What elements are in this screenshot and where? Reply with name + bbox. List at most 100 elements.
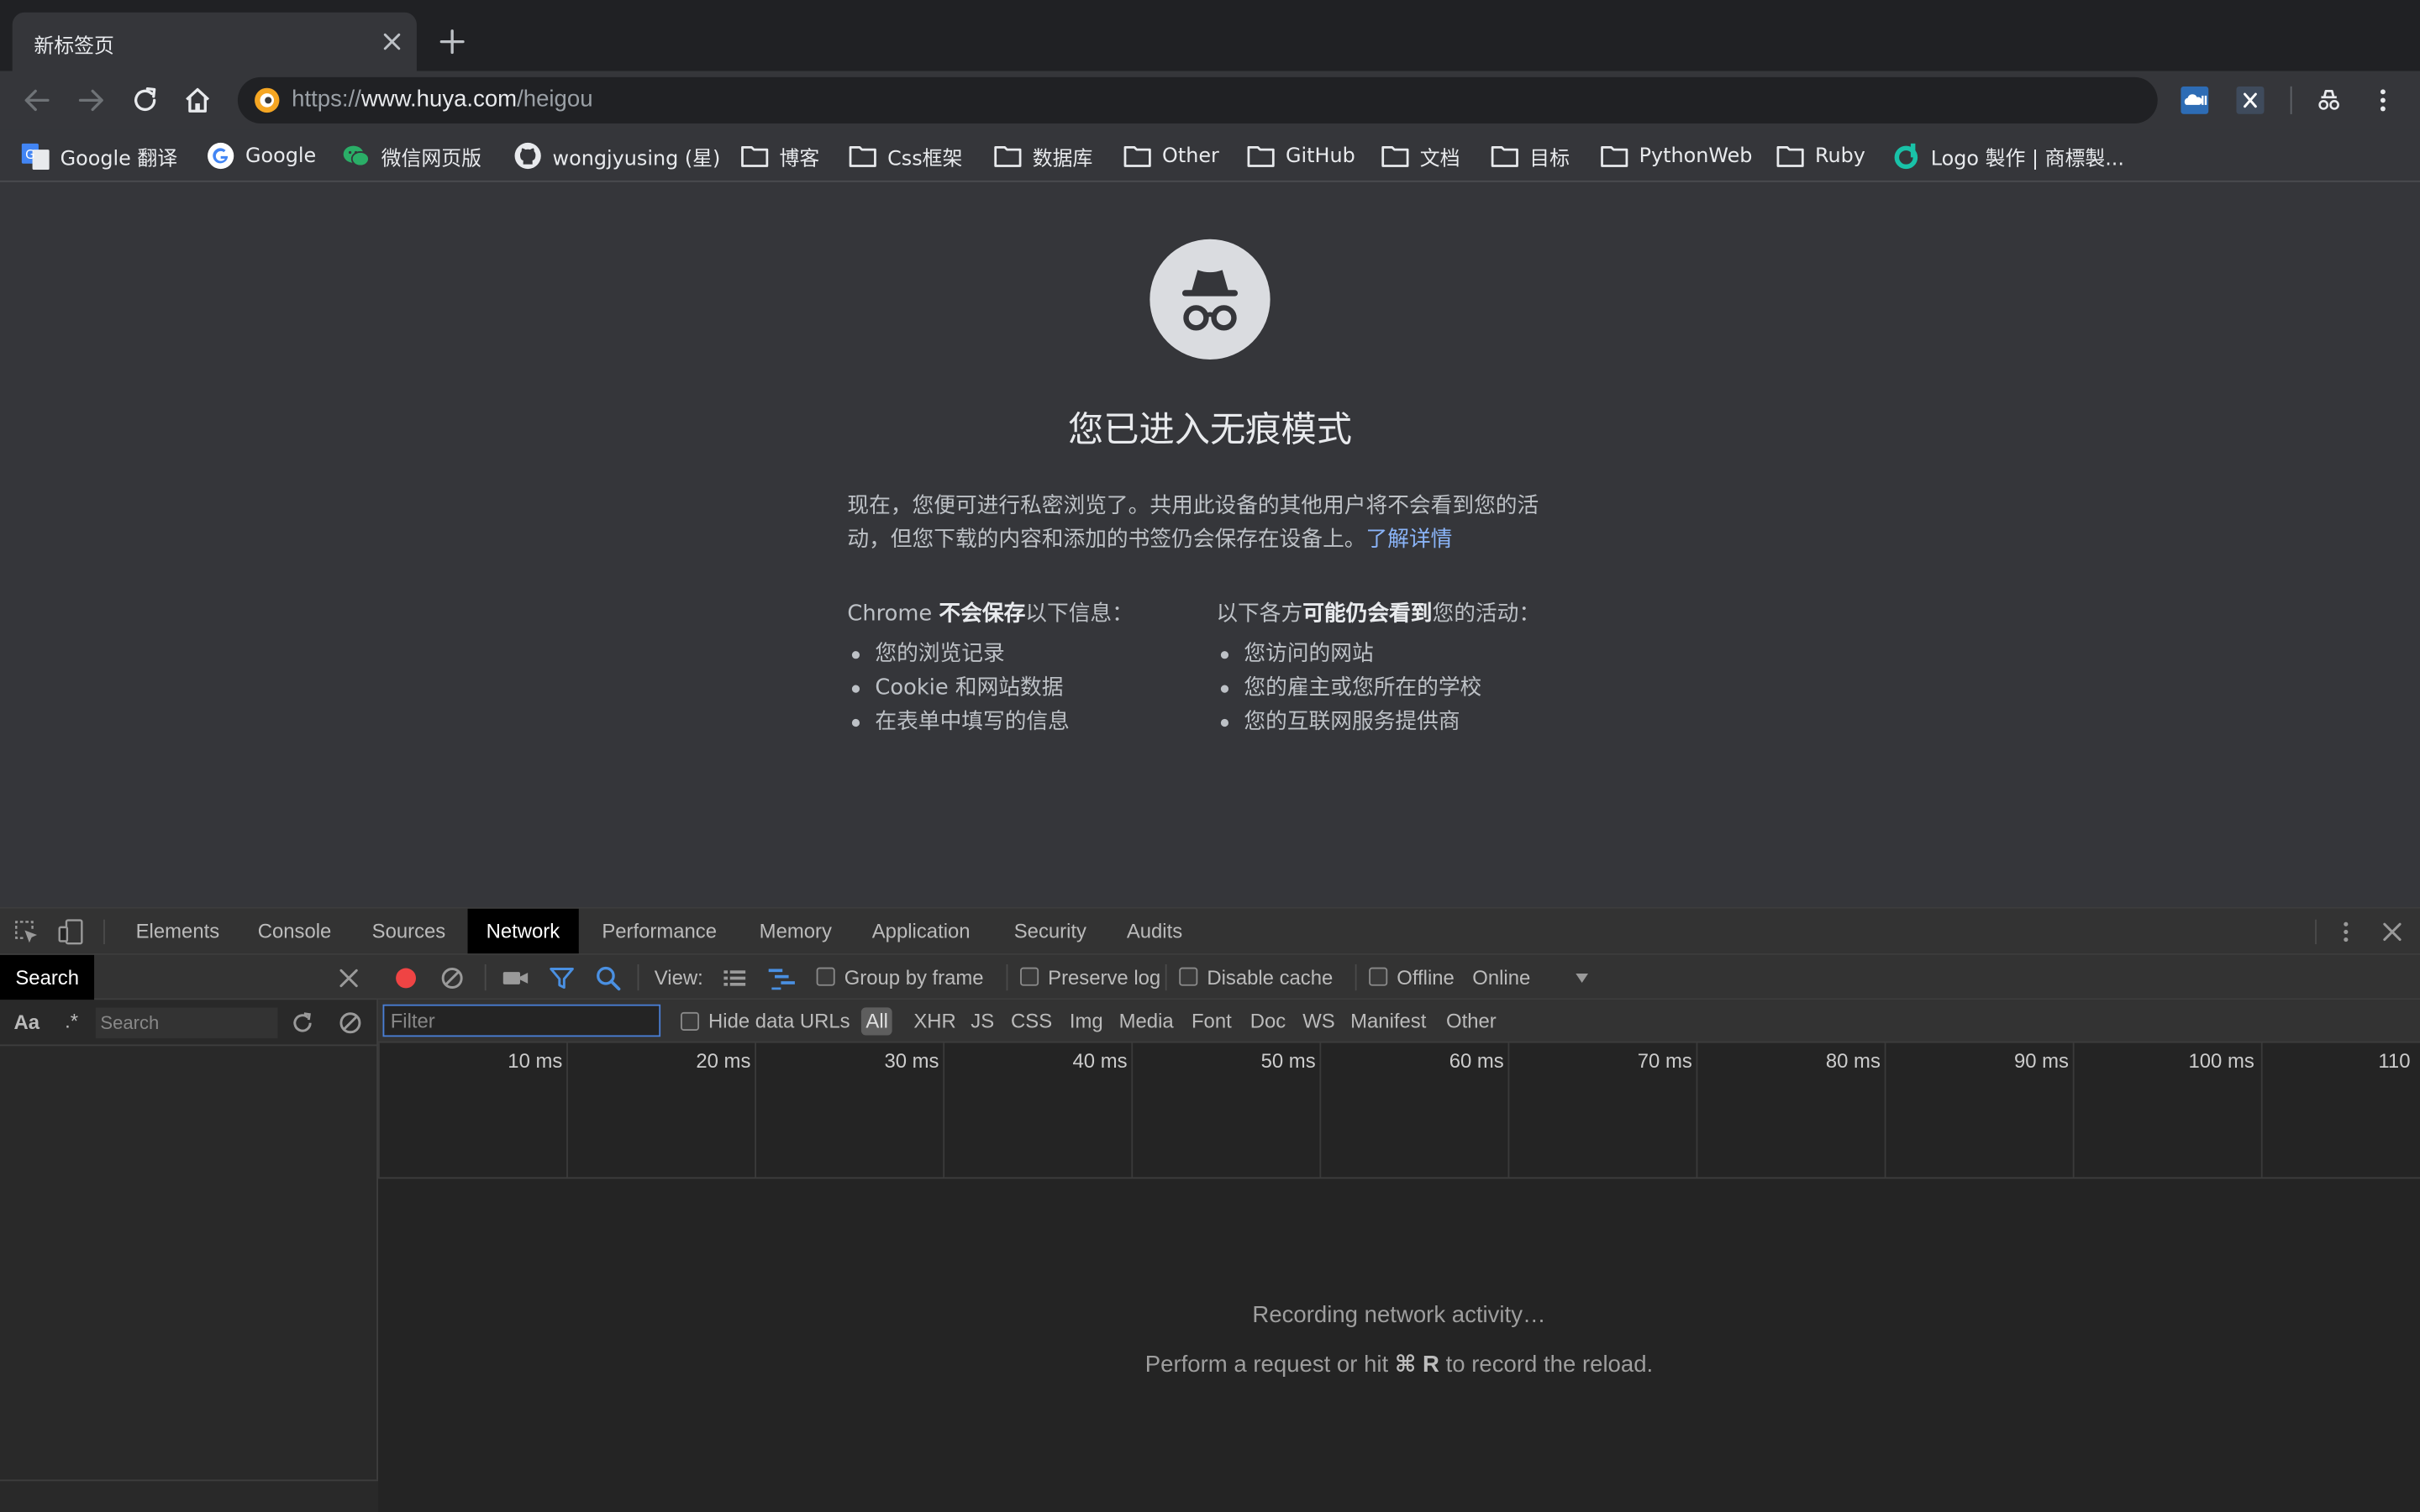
bookmark-item[interactable]: 数据库 — [994, 140, 1092, 171]
cloud-extension-icon[interactable] — [2181, 86, 2209, 114]
throttling-select[interactable]: Online — [1472, 966, 1530, 990]
heading-bold-text: 可能仍会看到 — [1302, 601, 1433, 627]
tab-new-tab[interactable]: 新标签页 — [12, 12, 417, 71]
close-devtools-icon[interactable] — [2378, 918, 2406, 946]
offline-checkbox[interactable] — [1369, 967, 1388, 986]
clear-icon[interactable] — [336, 1009, 364, 1037]
heading-bold-text: 不会保存 — [939, 601, 1026, 627]
list-item: 您的互联网服务提供商 — [1216, 705, 1540, 738]
tab-console[interactable]: Console — [239, 909, 350, 953]
timeline-tick-label: 80 ms — [1825, 1048, 1881, 1073]
reload-icon[interactable] — [128, 83, 161, 117]
tab-elements[interactable]: Elements — [118, 909, 239, 953]
search-input[interactable] — [95, 1007, 278, 1039]
refresh-icon[interactable] — [288, 1009, 316, 1037]
folder-icon — [994, 146, 1022, 167]
back-icon[interactable] — [20, 83, 54, 117]
bookmark-item[interactable]: wongjyusing (星) — [514, 140, 720, 171]
tab-network[interactable]: Network — [467, 908, 579, 954]
type-filter-img[interactable]: Img — [1070, 1009, 1103, 1032]
type-filter-other[interactable]: Other — [1446, 1009, 1497, 1032]
close-icon[interactable] — [335, 964, 363, 992]
preserve-log-label: Preserve log — [1048, 965, 1161, 990]
type-filter-media[interactable]: Media — [1119, 1009, 1174, 1032]
inspect-element-icon[interactable] — [13, 918, 40, 946]
type-filter-ws[interactable]: WS — [1302, 1009, 1334, 1032]
device-toolbar-icon[interactable] — [57, 918, 85, 946]
list-item: 您的浏览记录 — [847, 638, 1133, 671]
filter-icon[interactable] — [548, 964, 576, 992]
bookmark-item[interactable]: G Google 翻译 — [21, 140, 177, 171]
tab-sources[interactable]: Sources — [354, 909, 465, 953]
filter-input[interactable] — [382, 1004, 661, 1037]
type-filter-doc[interactable]: Doc — [1250, 1009, 1286, 1032]
home-icon[interactable] — [181, 83, 214, 117]
type-filter-xhr[interactable]: XHR — [913, 1009, 955, 1032]
forward-icon[interactable] — [74, 83, 108, 117]
type-filter-css[interactable]: CSS — [1011, 1009, 1052, 1032]
menu-dots-icon[interactable] — [2369, 87, 2396, 114]
folder-icon — [1491, 146, 1518, 167]
bookmark-label: Ruby — [1814, 144, 1865, 168]
heading-text: 以下信息： — [1025, 601, 1134, 627]
browser-window: 新标签页 https://www.huya.com/heigou G Googl… — [0, 0, 2420, 1512]
bookmark-item[interactable]: 文档 — [1381, 140, 1460, 171]
hint-shortcut: ⌘ R — [1394, 1351, 1439, 1378]
bookmark-item[interactable]: 微信网页版 — [343, 140, 481, 171]
bookmark-item[interactable]: 目标 — [1491, 140, 1570, 171]
tab-security[interactable]: Security — [996, 909, 1105, 953]
x-extension-icon[interactable] — [2236, 86, 2265, 114]
address-bar[interactable]: https://www.huya.com/heigou — [237, 76, 2158, 123]
preserve-log-checkbox[interactable] — [1020, 967, 1039, 986]
bookmark-item[interactable]: Google — [207, 140, 316, 171]
record-icon[interactable] — [392, 964, 420, 992]
close-icon[interactable] — [378, 28, 406, 55]
clear-icon[interactable] — [439, 964, 466, 992]
disable-cache-checkbox[interactable] — [1179, 967, 1198, 986]
tab-audits[interactable]: Audits — [1108, 909, 1201, 953]
bookmark-item[interactable]: GitHub — [1247, 140, 1355, 171]
tab-application[interactable]: Application — [854, 909, 989, 953]
url-host: www.huya.com — [360, 86, 518, 113]
group-by-frame-label: Group by frame — [844, 965, 984, 990]
timeline-tick-label: 50 ms — [1260, 1048, 1316, 1073]
new-tab-icon[interactable] — [435, 24, 469, 58]
bookmark-label: Google — [245, 144, 317, 168]
timeline-tick-label: 30 ms — [884, 1048, 939, 1073]
bookmark-item[interactable]: 博客 — [741, 140, 819, 171]
bookmark-item[interactable]: Ruby — [1776, 140, 1865, 171]
network-overview-timeline[interactable]: 10 ms 20 ms 30 ms 40 ms 50 ms 60 ms 70 m… — [377, 1042, 2420, 1179]
more-options-icon[interactable] — [2332, 918, 2360, 946]
regex-toggle[interactable]: .* — [65, 1009, 78, 1032]
search-drawer-tab[interactable]: Search — [0, 954, 95, 1000]
large-rows-icon[interactable] — [721, 964, 749, 992]
tab-performance[interactable]: Performance — [583, 909, 735, 953]
bookmark-item[interactable]: Css框架 — [849, 140, 962, 171]
not-saved-list: Chrome 不会保存以下信息： 您的浏览记录 Cookie 和网站数据 在表单… — [847, 597, 1133, 739]
network-panel: View: Group by frame Preserve log Disabl… — [377, 954, 2420, 1512]
learn-more-link[interactable]: 了解详情 — [1366, 528, 1453, 552]
type-filter-font[interactable]: Font — [1192, 1009, 1232, 1032]
screenshot-camera-icon[interactable] — [500, 964, 531, 992]
search-icon[interactable] — [594, 964, 622, 992]
google-translate-icon: G — [21, 143, 50, 171]
incognito-profile-icon[interactable] — [2315, 87, 2343, 114]
bookmark-item[interactable]: PythonWeb — [1601, 140, 1752, 171]
heading-text: 您的活动： — [1432, 601, 1541, 627]
timeline-tick — [1507, 1042, 1510, 1178]
bookmark-label: 微信网页版 — [381, 147, 482, 171]
group-by-frame-checkbox[interactable] — [816, 967, 835, 986]
site-favicon-icon — [255, 87, 280, 113]
type-filter-manifest[interactable]: Manifest — [1350, 1009, 1426, 1032]
waterfall-icon[interactable] — [767, 964, 798, 992]
hide-data-urls-checkbox[interactable] — [680, 1011, 700, 1031]
bookmark-label: Other — [1162, 144, 1219, 168]
chevron-down-icon[interactable] — [1574, 970, 1589, 985]
type-filter-all[interactable]: All — [860, 1007, 893, 1036]
tab-memory[interactable]: Memory — [741, 909, 850, 953]
type-filter-js[interactable]: JS — [971, 1009, 994, 1032]
bookmark-item[interactable]: Logo 製作 | 商標製... — [1892, 140, 2124, 171]
timeline-tick — [2260, 1042, 2263, 1178]
bookmark-item[interactable]: Other — [1123, 140, 1219, 171]
match-case-toggle[interactable]: Aa — [14, 1011, 40, 1034]
